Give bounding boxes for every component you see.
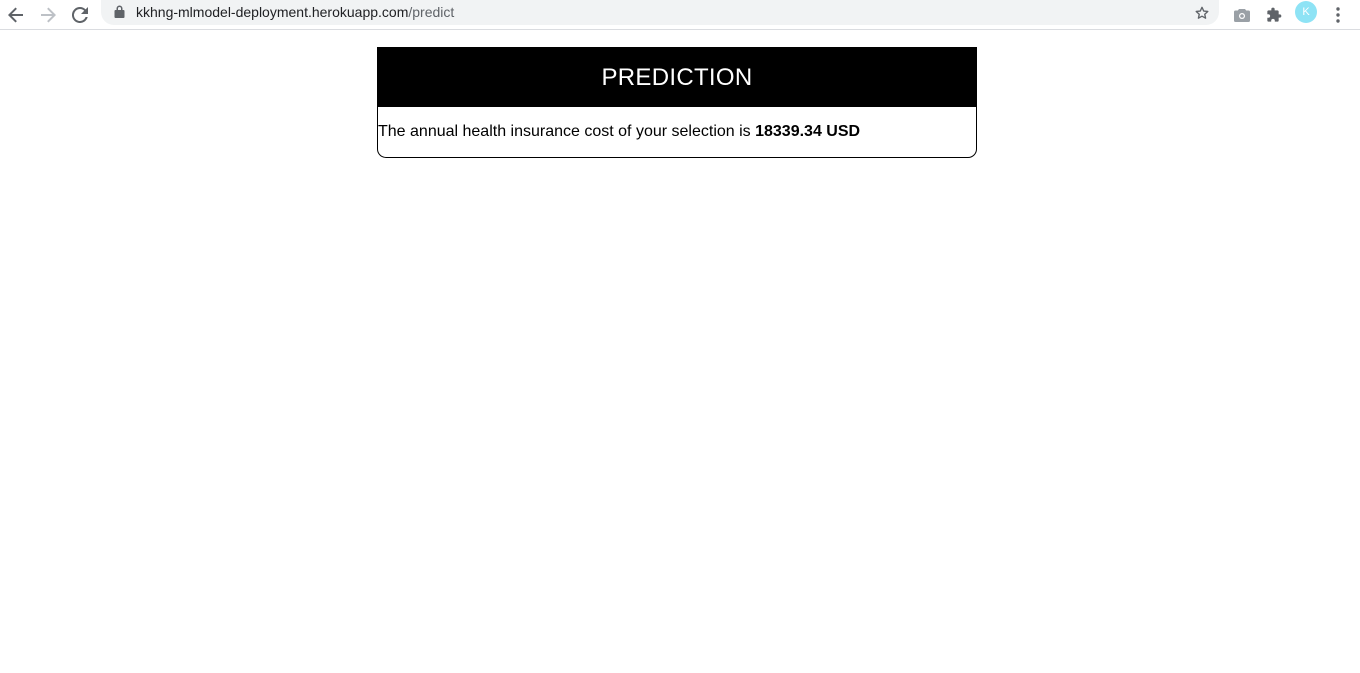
- browser-menu-button[interactable]: [1325, 2, 1351, 28]
- url-host: kkhng-mlmodel-deployment.herokuapp.com: [136, 4, 409, 20]
- arrow-left-icon: [8, 7, 23, 23]
- reload-icon: [72, 7, 88, 23]
- url-text[interactable]: kkhng-mlmodel-deployment.herokuapp.com/p…: [136, 4, 454, 21]
- screenshot-button[interactable]: [1229, 2, 1255, 28]
- browser-toolbar: kkhng-mlmodel-deployment.herokuapp.com/p…: [0, 0, 1360, 30]
- star-icon: [1195, 6, 1209, 19]
- camera-icon: [1234, 9, 1250, 22]
- forward-button[interactable]: [35, 2, 61, 28]
- address-bar[interactable]: kkhng-mlmodel-deployment.herokuapp.com/p…: [101, 0, 1219, 25]
- kebab-menu-icon: [1336, 7, 1340, 23]
- prediction-value: 18339.34 USD: [755, 123, 861, 140]
- lock-icon: [114, 5, 125, 18]
- back-button[interactable]: [3, 2, 29, 28]
- puzzle-icon: [1267, 7, 1282, 22]
- prediction-sentence: The annual health insurance cost of your…: [378, 123, 756, 140]
- reload-button[interactable]: [67, 2, 93, 28]
- url-path: /predict: [408, 4, 455, 20]
- prediction-card: PREDICTION The annual health insurance c…: [377, 47, 977, 158]
- profile-avatar[interactable]: K: [1295, 1, 1317, 23]
- arrow-right-icon: [41, 7, 56, 23]
- bookmark-button[interactable]: [1191, 2, 1213, 24]
- prediction-text: The annual health insurance cost of your…: [378, 107, 976, 141]
- prediction-title: PREDICTION: [378, 48, 976, 107]
- extensions-button[interactable]: [1261, 2, 1287, 28]
